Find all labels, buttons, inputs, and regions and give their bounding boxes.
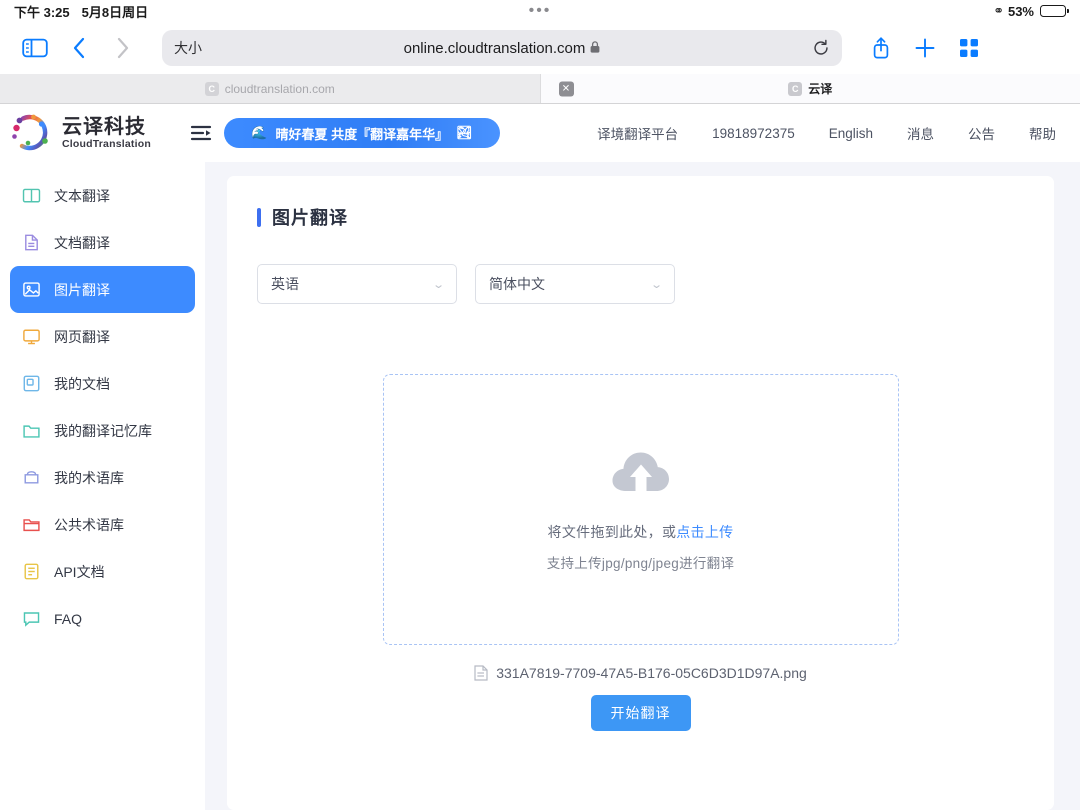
cloud-translation-logo-icon: [10, 111, 54, 155]
list-doc-icon: [21, 562, 41, 582]
sidebar-item-translation-memory[interactable]: 我的翻译记忆库: [10, 407, 195, 454]
nav-item-help[interactable]: 帮助: [1029, 123, 1056, 143]
sidebar-label: 文本翻译: [54, 187, 110, 204]
sidebar-item-my-glossary[interactable]: 我的术语库: [10, 454, 195, 501]
promo-banner[interactable]: 🌊 晴好春夏 共度『翻译嘉年华』 🏞: [224, 118, 500, 148]
browser-tab-strip: C cloudtranslation.com ✕ C 云译: [0, 74, 1080, 104]
sidebar-label: FAQ: [54, 610, 83, 627]
sidebar-label: 我的文档: [54, 375, 110, 392]
sidebar-item-public-glossary[interactable]: 公共术语库: [10, 501, 195, 548]
chevron-right-icon: [104, 29, 142, 67]
image-icon: [21, 280, 41, 300]
sidebar-toggle-icon[interactable]: [16, 29, 54, 67]
tab-title: cloudtranslation.com: [224, 81, 335, 96]
start-translation-button[interactable]: 开始翻译: [590, 695, 691, 731]
chevron-left-icon[interactable]: [60, 29, 98, 67]
upload-link[interactable]: 点击上传: [676, 524, 733, 540]
page-body: 文本翻译 文档翻译 图片翻译 网页翻译 我的文档 我的翻译记忆库 我的术语库 公…: [0, 162, 1080, 810]
sidebar-label: 图片翻译: [54, 281, 110, 298]
site-nav: 译境翻译平台 19818972375 English 消息 公告 帮助: [597, 123, 1062, 143]
url-text-value: online.cloudtranslation.com: [403, 39, 586, 57]
title-accent-bar: [257, 207, 261, 227]
folder-open-icon: [21, 515, 41, 535]
browser-tab-inactive[interactable]: C cloudtranslation.com: [0, 74, 541, 103]
promo-text: 晴好春夏 共度『翻译嘉年华』: [275, 126, 449, 142]
page-title: 图片翻译: [257, 204, 1024, 230]
lock-icon: [590, 40, 600, 57]
menu-collapse-icon[interactable]: [190, 122, 212, 144]
status-bar-wrapper: 下午 3:25 5月8日周日 ⚭ 53% •••: [0, 0, 1080, 22]
sidebar-item-image-translation[interactable]: 图片翻译: [10, 266, 195, 313]
dropzone-text-prefix: 将文件拖到此处，或: [547, 524, 677, 540]
promo-right-icon: 🏞: [456, 125, 473, 140]
share-icon[interactable]: [862, 29, 900, 67]
page-zoom-label[interactable]: 大小: [174, 38, 202, 58]
target-language-value: 简体中文: [489, 276, 545, 292]
sidebar-item-web-translation[interactable]: 网页翻译: [10, 313, 195, 360]
cloud-upload-icon: [610, 447, 672, 500]
files-icon: [21, 374, 41, 394]
sidebar-label: 网页翻译: [54, 328, 110, 345]
source-language-select[interactable]: 英语 ⌄: [257, 264, 457, 304]
archive-icon: [21, 468, 41, 488]
nav-item-announcements[interactable]: 公告: [968, 123, 995, 143]
sidebar-label: API文档: [54, 563, 105, 580]
sidebar: 文本翻译 文档翻译 图片翻译 网页翻译 我的文档 我的翻译记忆库 我的术语库 公…: [0, 162, 205, 810]
nav-item-account[interactable]: 19818972375: [712, 126, 795, 141]
safari-toolbar: 大小 online.cloudtranslation.com: [0, 22, 1080, 74]
nav-item-language[interactable]: English: [829, 126, 873, 141]
site-header: 云译科技 CloudTranslation 🌊 晴好春夏 共度『翻译嘉年华』 🏞…: [0, 104, 1080, 162]
sidebar-item-api-docs[interactable]: API文档: [10, 548, 195, 595]
book-icon: [21, 186, 41, 206]
language-selectors: 英语 ⌄ 简体中文 ⌄: [257, 264, 1024, 304]
source-language-value: 英语: [271, 276, 299, 292]
document-icon: [21, 233, 41, 253]
tab-title: 云译: [808, 82, 833, 96]
address-bar[interactable]: 大小 online.cloudtranslation.com: [162, 30, 842, 66]
monitor-icon: [21, 327, 41, 347]
uploaded-file-row: 331A7819-7709-47A5-B176-05C6D3D1D97A.png: [257, 665, 1024, 681]
tab-favicon-icon: C: [788, 81, 803, 96]
web-page: 云译科技 CloudTranslation 🌊 晴好春夏 共度『翻译嘉年华』 🏞…: [0, 104, 1080, 810]
main-content: 图片翻译 英语 ⌄ 简体中文 ⌄ 将文件拖到此处，或点击上传 支持上传jpg/p…: [205, 162, 1080, 810]
logo-text: 云译科技 CloudTranslation: [62, 117, 151, 150]
nav-item-messages[interactable]: 消息: [907, 123, 934, 143]
url-display: online.cloudtranslation.com: [162, 40, 842, 57]
target-language-select[interactable]: 简体中文 ⌄: [475, 264, 675, 304]
file-icon: [474, 665, 488, 681]
promo-left-icon: 🌊: [251, 125, 268, 140]
image-translation-card: 图片翻译 英语 ⌄ 简体中文 ⌄ 将文件拖到此处，或点击上传 支持上传jpg/p…: [227, 176, 1054, 810]
dropzone-primary-text: 将文件拖到此处，或点击上传: [548, 522, 734, 542]
logo-title-en: CloudTranslation: [62, 137, 151, 150]
sidebar-item-faq[interactable]: FAQ: [10, 595, 195, 642]
sidebar-label: 我的术语库: [54, 469, 124, 486]
dropzone-hint-text: 支持上传jpg/png/jpeg进行翻译: [546, 556, 735, 571]
tab-favicon-icon: C: [204, 81, 219, 96]
reload-icon[interactable]: [812, 39, 830, 57]
close-icon[interactable]: ✕: [558, 81, 574, 96]
chevron-down-icon: ⌄: [431, 278, 445, 291]
dynamic-island-dots: •••: [528, 2, 552, 19]
sidebar-item-my-documents[interactable]: 我的文档: [10, 360, 195, 407]
sidebar-item-document-translation[interactable]: 文档翻译: [10, 219, 195, 266]
sidebar-label: 公共术语库: [54, 516, 124, 533]
sidebar-label: 文档翻译: [54, 234, 110, 251]
uploaded-file-name: 331A7819-7709-47A5-B176-05C6D3D1D97A.png: [496, 665, 807, 681]
site-logo[interactable]: 云译科技 CloudTranslation: [10, 111, 190, 155]
page-title-text: 图片翻译: [272, 208, 348, 228]
file-dropzone[interactable]: 将文件拖到此处，或点击上传 支持上传jpg/png/jpeg进行翻译: [382, 374, 899, 645]
chevron-down-icon: ⌄: [649, 278, 663, 291]
chat-icon: [21, 609, 41, 629]
sidebar-label: 我的翻译记忆库: [54, 422, 152, 439]
nav-item-platform[interactable]: 译境翻译平台: [597, 123, 678, 143]
grid-icon[interactable]: [950, 29, 988, 67]
plus-icon[interactable]: [906, 29, 944, 67]
browser-tab-active[interactable]: ✕ C 云译: [540, 74, 1080, 103]
logo-title-cn: 云译科技: [62, 115, 146, 138]
sidebar-item-text-translation[interactable]: 文本翻译: [10, 172, 195, 219]
folder-icon: [21, 421, 41, 441]
